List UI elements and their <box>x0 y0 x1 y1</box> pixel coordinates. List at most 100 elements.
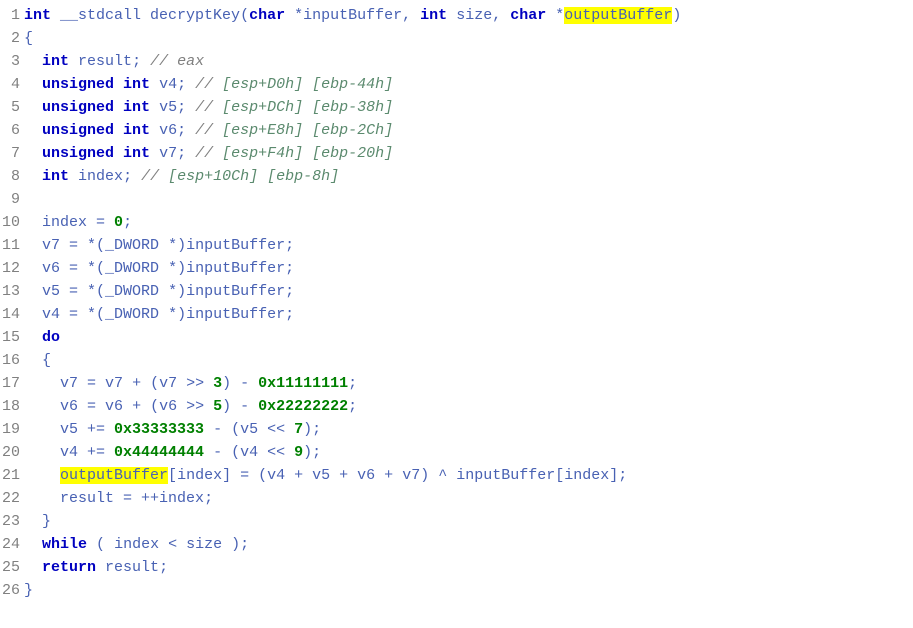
code-line[interactable]: v7 = *(_DWORD *)inputBuffer; <box>24 234 913 257</box>
code-line[interactable]: result = ++index; <box>24 487 913 510</box>
token-punct: [ <box>555 467 564 484</box>
code-line[interactable]: int __stdcall decryptKey(char *inputBuff… <box>24 4 913 27</box>
code-line[interactable]: } <box>24 510 913 533</box>
token-punct: ]; <box>609 467 627 484</box>
code-line[interactable]: v6 = *(_DWORD *)inputBuffer; <box>24 257 913 280</box>
token-punct: = *( <box>69 237 105 254</box>
token-ident: _DWORD <box>105 306 168 323</box>
token-punct: ; <box>123 168 141 185</box>
token-kw: int <box>24 7 51 24</box>
code-line[interactable]: { <box>24 349 913 372</box>
token-ident: v6 <box>159 398 186 415</box>
token-number: 9 <box>294 444 303 461</box>
line-number: 11 <box>0 234 20 257</box>
code-line[interactable]: v4 += 0x44444444 - (v4 << 9); <box>24 441 913 464</box>
token-ident: v7 <box>402 467 420 484</box>
token-punct: >> <box>186 375 213 392</box>
line-number: 16 <box>0 349 20 372</box>
line-number: 19 <box>0 418 20 441</box>
token-plain <box>285 7 294 24</box>
token-comment: // <box>195 99 222 116</box>
token-ident: v7 <box>159 145 177 162</box>
code-line[interactable]: int index; // [esp+10Ch] [ebp-8h] <box>24 165 913 188</box>
token-highlight: outputBuffer <box>60 467 168 484</box>
token-ident: inputBuffer <box>186 237 285 254</box>
line-number: 9 <box>0 188 20 211</box>
token-punct: = *( <box>69 306 105 323</box>
code-line[interactable]: { <box>24 27 913 50</box>
token-punct: *) <box>168 260 186 277</box>
token-number: 0 <box>114 214 123 231</box>
token-plain <box>24 145 42 162</box>
code-line[interactable]: outputBuffer[index] = (v4 + v5 + v6 + v7… <box>24 464 913 487</box>
code-line[interactable]: index = 0; <box>24 211 913 234</box>
code-line[interactable]: while ( index < size ); <box>24 533 913 556</box>
token-highlight: outputBuffer <box>564 7 672 24</box>
token-punct: ; <box>177 145 195 162</box>
code-content[interactable]: int __stdcall decryptKey(char *inputBuff… <box>22 4 913 602</box>
token-punct: ( <box>96 536 114 553</box>
token-ident: v7 <box>159 375 186 392</box>
code-line[interactable]: unsigned int v4; // [esp+D0h] [ebp-44h] <box>24 73 913 96</box>
code-line[interactable]: v4 = *(_DWORD *)inputBuffer; <box>24 303 913 326</box>
line-number: 25 <box>0 556 20 579</box>
line-number-gutter: 1234567891011121314151617181920212223242… <box>0 4 22 602</box>
token-number: 0x22222222 <box>258 398 348 415</box>
code-line[interactable] <box>24 188 913 211</box>
token-ident: inputBuffer <box>456 467 555 484</box>
token-punct: ); <box>303 421 321 438</box>
code-line[interactable]: unsigned int v6; // [esp+E8h] [ebp-2Ch] <box>24 119 913 142</box>
token-punct: ; <box>132 53 150 70</box>
token-ident: inputBuffer <box>303 7 402 24</box>
token-ident: inputBuffer <box>186 283 285 300</box>
token-ident: result <box>78 53 132 70</box>
token-punct: + <box>339 467 357 484</box>
token-ident: index <box>564 467 609 484</box>
token-plain <box>24 122 42 139</box>
token-plain <box>24 421 60 438</box>
code-line[interactable]: return result; <box>24 556 913 579</box>
token-plain <box>24 168 42 185</box>
token-plain <box>150 145 159 162</box>
token-punct: ; <box>285 237 294 254</box>
code-line[interactable]: int result; // eax <box>24 50 913 73</box>
line-number: 12 <box>0 257 20 280</box>
token-punct: } <box>42 513 51 530</box>
code-line[interactable]: do <box>24 326 913 349</box>
token-punct: ; <box>177 76 195 93</box>
token-plain <box>24 237 42 254</box>
token-punct: ); <box>231 536 249 553</box>
token-comment: // <box>195 145 222 162</box>
token-punct: * <box>555 7 564 24</box>
token-punct: ; <box>348 375 357 392</box>
token-number: 7 <box>294 421 303 438</box>
token-kw: int <box>123 122 150 139</box>
token-ident: v4 <box>267 467 294 484</box>
token-kw: unsigned <box>42 76 114 93</box>
token-punct: = *( <box>69 260 105 277</box>
token-punct: ; <box>177 99 195 116</box>
code-line[interactable]: unsigned int v7; // [esp+F4h] [ebp-20h] <box>24 142 913 165</box>
code-line[interactable]: v5 = *(_DWORD *)inputBuffer; <box>24 280 913 303</box>
token-ident: _DWORD <box>105 237 168 254</box>
token-punct: *) <box>168 237 186 254</box>
token-punct: { <box>24 30 33 47</box>
code-line[interactable]: v6 = v6 + (v6 >> 5) - 0x22222222; <box>24 395 913 418</box>
token-ident: _DWORD <box>105 260 168 277</box>
token-punct: ) <box>672 7 681 24</box>
token-punct: ( <box>240 7 249 24</box>
token-punct: - ( <box>204 421 240 438</box>
line-number: 10 <box>0 211 20 234</box>
code-line[interactable]: v5 += 0x33333333 - (v5 << 7); <box>24 418 913 441</box>
code-line[interactable]: v7 = v7 + (v7 >> 3) - 0x11111111; <box>24 372 913 395</box>
code-line[interactable]: unsigned int v5; // [esp+DCh] [ebp-38h] <box>24 96 913 119</box>
token-ident: size <box>186 536 231 553</box>
code-line[interactable]: } <box>24 579 913 602</box>
token-plain <box>51 7 60 24</box>
token-punct: << <box>267 421 294 438</box>
token-punct: , <box>492 7 510 24</box>
token-punct: << <box>267 444 294 461</box>
token-kw: int <box>42 168 69 185</box>
decompiler-view[interactable]: 1234567891011121314151617181920212223242… <box>0 4 913 602</box>
token-ident: index <box>177 467 222 484</box>
